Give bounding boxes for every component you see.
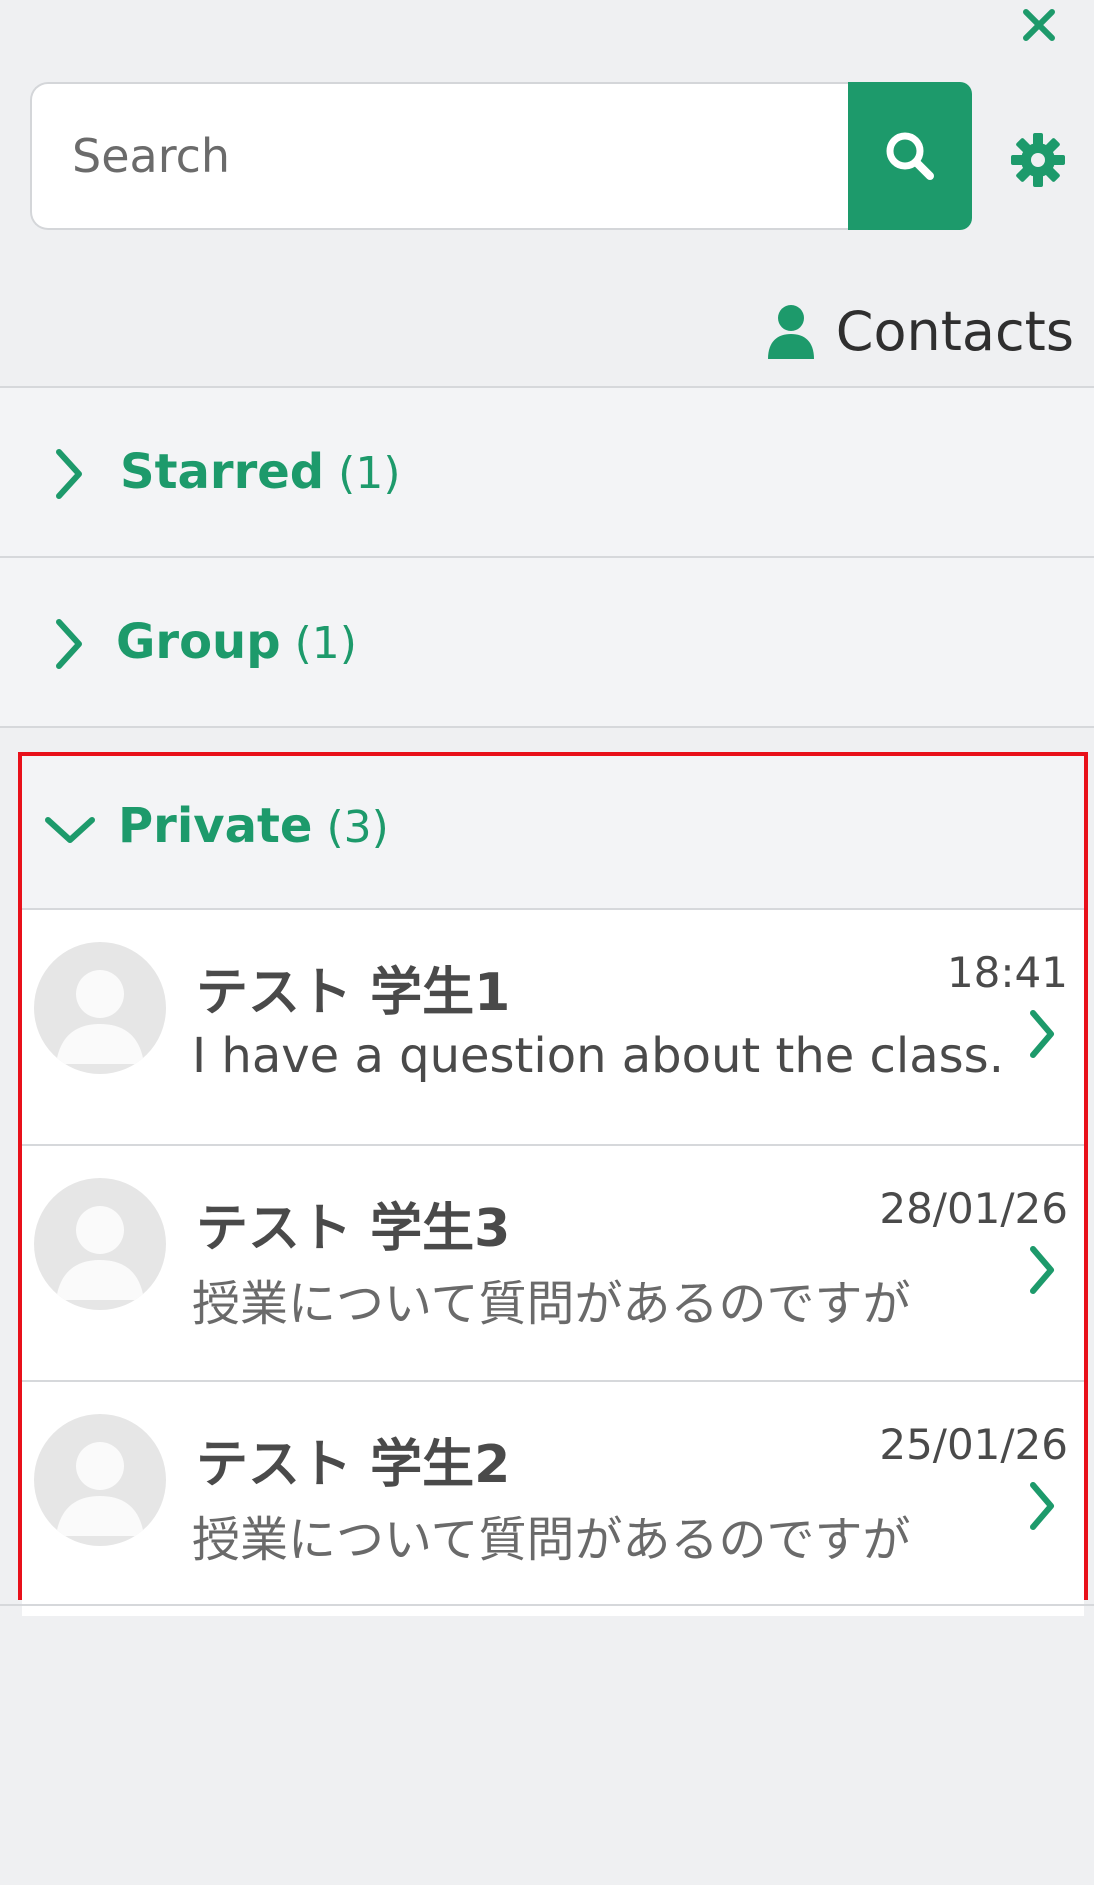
conversation-item[interactable]: テスト 学生2 25/01/26 授業について質問があるのですが: [22, 1382, 1084, 1616]
conversation-time: 25/01/26: [879, 1420, 1068, 1469]
divider: [0, 726, 1094, 728]
chevron-right-icon: [1024, 1478, 1060, 1534]
avatar: [34, 1414, 166, 1546]
chevron-right-icon: [1024, 1242, 1060, 1298]
section-label: Group: [116, 614, 281, 670]
avatar: [34, 942, 166, 1074]
conversation-preview: 授業について質問があるのですが: [192, 1276, 911, 1332]
close-button[interactable]: [1014, 4, 1064, 46]
contacts-link[interactable]: Contacts: [766, 298, 1074, 364]
conversation-time: 18:41: [946, 948, 1068, 997]
divider: [0, 1604, 1094, 1606]
section-title: Private (3): [118, 798, 389, 854]
search-bar: [30, 82, 972, 230]
section-starred[interactable]: Starred (1): [0, 388, 1094, 556]
search-icon: [886, 132, 935, 180]
section-label: Private: [118, 798, 313, 854]
close-icon: [1023, 9, 1055, 41]
section-group[interactable]: Group (1): [0, 558, 1094, 726]
user-icon: [767, 305, 814, 359]
chevron-right-icon: [48, 444, 90, 504]
contacts-label: Contacts: [835, 299, 1074, 363]
avatar: [34, 1178, 166, 1310]
conversation-time: 28/01/26: [879, 1184, 1068, 1233]
conversation-item[interactable]: テスト 学生3 28/01/26 授業について質問があるのですが: [22, 1146, 1084, 1382]
chevron-right-icon: [48, 614, 90, 674]
conversation-preview: 授業について質問があるのですが: [192, 1512, 911, 1568]
conversation-name: テスト 学生2: [196, 1435, 511, 1495]
settings-button[interactable]: [1004, 128, 1072, 192]
private-section: Private (3) テスト 学生1 18:41 I have a questi…: [18, 752, 1088, 1616]
section-title: Group (1): [116, 614, 357, 670]
section-private[interactable]: Private (3): [22, 756, 1084, 910]
conversation-item[interactable]: テスト 学生1 18:41 I have a question about th…: [22, 910, 1084, 1146]
section-count: (1): [294, 618, 357, 669]
section-label: Starred: [120, 444, 325, 500]
conversation-name: テスト 学生1: [196, 963, 511, 1023]
section-title: Starred (1): [120, 444, 401, 500]
conversation-preview: I have a question about the class.: [192, 1028, 1004, 1084]
chevron-down-icon: [44, 808, 96, 852]
section-count: (1): [338, 448, 401, 499]
chevron-right-icon: [1024, 1006, 1060, 1062]
section-count: (3): [326, 802, 389, 853]
conversation-name: テスト 学生3: [196, 1199, 511, 1259]
search-button[interactable]: [848, 82, 972, 230]
gear-icon: [1011, 133, 1065, 187]
search-input[interactable]: [30, 82, 849, 230]
